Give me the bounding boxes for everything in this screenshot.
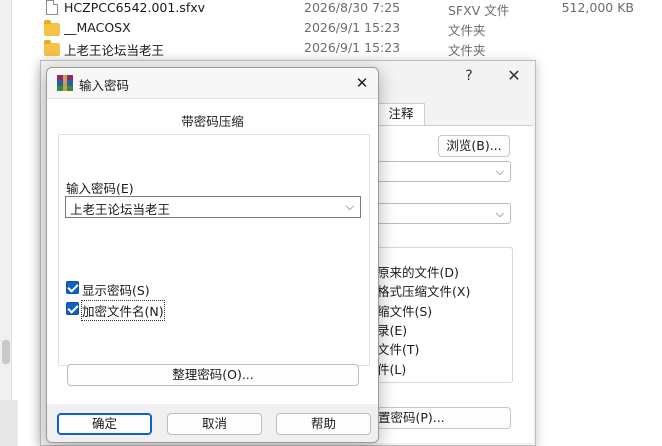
option-delete-files[interactable]: 原来的文件(D) [377,262,459,281]
document-icon [44,0,60,15]
browse-button[interactable]: 浏览(B)... [438,135,510,157]
password-input[interactable]: 上老王论坛当老王 ⌵ [65,196,361,218]
file-type: 文件夹 [448,43,486,58]
set-password-button[interactable]: 置密码(P)... [377,407,511,429]
winrar-icon [57,75,73,91]
file-size: 512,000 KB [561,0,634,15]
password-group [58,134,370,366]
file-row[interactable]: 上老王论坛当老王 2026/9/1 15:23 文件夹 [40,38,660,58]
help-icon[interactable]: ? [461,68,477,84]
file-row[interactable]: HCZPCC6542.001.sfxv 2026/8/30 7:25 SFXV … [40,0,660,18]
file-name: HCZPCC6542.001.sfxv [64,0,206,15]
password-label: 输入密码(E) [66,181,134,196]
file-name: __MACOSX [64,20,131,35]
show-password-label[interactable]: 显示密码(S) [82,280,150,299]
ok-button[interactable]: 确定 [57,413,152,435]
dialog-heading: 带密码压缩 [181,114,244,129]
help-button[interactable]: 帮助 [276,413,371,435]
file-date: 2026/9/1 15:23 [304,40,401,55]
explorer-pane-edge [0,400,18,446]
chevron-down-icon[interactable]: ⌵ [346,200,354,214]
password-value[interactable]: 上老王论坛当老王 [70,199,170,218]
option-recovery-record[interactable]: 录(E) [377,320,407,339]
chevron-down-icon: ⌵ [495,165,504,178]
file-date: 2026/8/30 7:25 [304,0,401,15]
dialog-title: 输入密码 [79,78,130,93]
close-icon[interactable]: ✕ [353,74,371,92]
cancel-button[interactable]: 取消 [167,413,262,435]
encrypt-filenames-checkbox[interactable]: 加密文件名(N) [66,300,166,321]
organize-passwords-button[interactable]: 整理密码(O)... [67,364,359,386]
checkbox-checked-icon[interactable] [66,281,79,294]
close-icon[interactable]: ✕ [505,67,523,85]
tab-comment[interactable]: 注释 [377,103,425,125]
option-test-files[interactable]: 文件(T) [377,339,419,358]
encrypt-filenames-label[interactable]: 加密文件名(N) [81,300,165,321]
file-type: SFXV 文件 [448,3,510,18]
archive-name-select[interactable]: ⌵ [375,161,511,182]
update-mode-select[interactable]: ⌵ [375,203,511,224]
option-sfx-archive[interactable]: 格式压缩文件(X) [377,281,470,300]
checkbox-checked-icon[interactable] [66,302,79,315]
scrollbar-thumb[interactable] [2,340,10,364]
option-solid-archive[interactable]: 缩文件(S) [377,301,432,320]
dialog-titlebar: 输入密码 ✕ [47,68,378,98]
folder-icon [44,20,60,36]
explorer-scrollbar[interactable] [0,0,12,400]
password-dialog: 输入密码 ✕ 带密码压缩 输入密码(E) 上老王论坛当老王 ⌵ 显示密码(S) … [46,67,379,443]
file-row[interactable]: __MACOSX 2026/9/1 15:23 文件夹 [40,18,660,38]
file-name: 上老王论坛当老王 [64,43,165,58]
file-type: 文件夹 [448,23,486,38]
folder-icon [44,40,60,56]
option-lock-archive[interactable]: 件(L) [377,359,406,378]
show-password-checkbox[interactable]: 显示密码(S) [66,280,156,299]
chevron-down-icon: ⌵ [495,207,504,220]
file-date: 2026/9/1 15:23 [304,20,401,35]
